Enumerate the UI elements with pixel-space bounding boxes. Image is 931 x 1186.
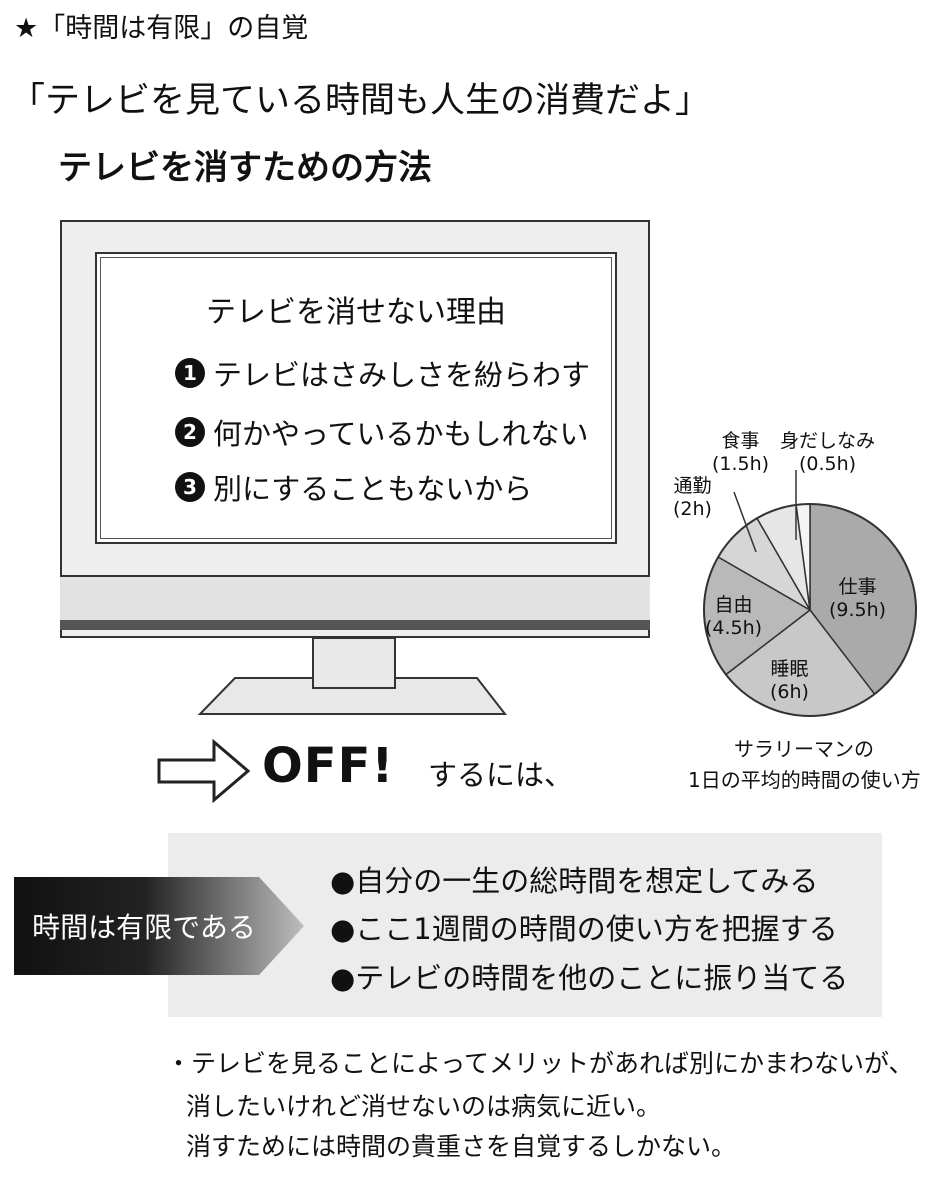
slice-label: 通勤 (2h)	[673, 475, 712, 520]
chart-caption: サラリーマンの 1日の平均的時間の使い方	[688, 737, 921, 792]
quote-heading: 「テレビを見ている時間も人生の消費だよ」	[10, 81, 711, 121]
right-arrow-icon	[157, 738, 251, 804]
slice-label: 仕事 (9.5h)	[829, 576, 887, 621]
note-line: 消したいけれど消せないのは病気に近い。	[186, 1092, 662, 1121]
reason-text: 別にすることもないから	[213, 472, 533, 506]
slice-label: 睡眠 (6h)	[770, 658, 809, 703]
reason-text: テレビはさみしさを紛らわす	[213, 358, 591, 392]
tip-item: ●自分の一生の総時間を想定してみる	[330, 864, 819, 898]
reason-text: 何かやっているかもしれない	[213, 417, 589, 451]
tv-stand-icon	[197, 637, 508, 715]
tip-item: ●テレビの時間を他のことに振り当てる	[330, 961, 849, 995]
number-badge: 3	[175, 472, 205, 502]
reason-item: 1 テレビはさみしさを紛らわす	[175, 352, 590, 394]
panel-label: 時間は有限である	[32, 911, 256, 944]
number-badge: 2	[175, 417, 205, 447]
reason-item: 3 別にすることもないから	[175, 466, 532, 508]
note-line: ・テレビを見ることによってメリットがあれば別にかまわないが、	[166, 1049, 914, 1078]
off-word: OFF!	[262, 738, 395, 794]
slice-label: 自由 (4.5h)	[705, 594, 763, 639]
reason-item: 2 何かやっているかもしれない	[175, 411, 589, 453]
tv-bottom-bezel	[60, 575, 650, 630]
slice-label: 食事 (1.5h)	[712, 430, 770, 475]
tv-screen-title: テレビを消せない理由	[206, 295, 506, 330]
slice-label: 身だしなみ (0.5h)	[780, 430, 876, 475]
tip-item: ●ここ1週間の時間の使い方を把握する	[330, 912, 838, 946]
section-heading: ★「時間は有限」の自覚	[14, 13, 309, 44]
note-line: 消すためには時間の貴重さを自覚するしかない。	[186, 1132, 737, 1161]
number-badge: 1	[175, 358, 205, 388]
off-suffix: するには、	[428, 758, 574, 792]
page-title: テレビを消すための方法	[58, 148, 432, 188]
